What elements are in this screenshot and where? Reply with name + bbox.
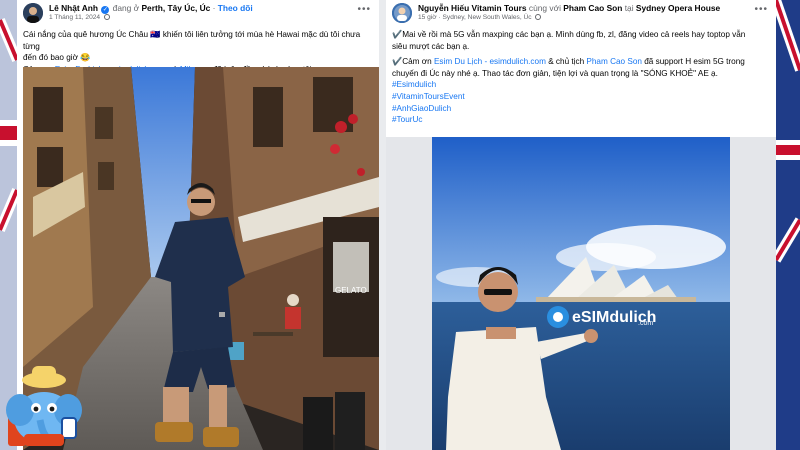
follow-button[interactable]: Theo dõi xyxy=(218,3,253,13)
thanks-mid: & chủ tịch xyxy=(548,57,585,67)
author-name[interactable]: Lê Nhật Anh xyxy=(49,3,98,13)
post-meta: 1 Tháng 11, 2024 xyxy=(49,14,110,21)
thanks-rest: đã support H esim 5G trong xyxy=(644,57,745,67)
text-line: Cái nắng của quê hương Úc Châu 🇦🇺 khiến … xyxy=(23,30,361,51)
text-line: ✔️Mai về rồi mà 5G vẫn maxping các bạn ạ… xyxy=(392,30,746,39)
mention-esim-link[interactable]: Esim Du Lịch - esimdulich.com xyxy=(434,57,546,66)
brand-watermark-suffix: .com xyxy=(638,320,653,327)
gelato-sign: GELATO xyxy=(335,286,367,295)
with-text: cùng với xyxy=(528,3,561,13)
mascot-elephant xyxy=(2,358,88,450)
more-options-icon[interactable]: ••• xyxy=(754,4,768,15)
hashtag-link[interactable]: #Esimdulich xyxy=(392,79,770,91)
more-options-icon[interactable]: ••• xyxy=(357,4,371,15)
text-line: siêu mượt các bạn ạ. xyxy=(392,41,470,51)
at-text: tại xyxy=(624,3,634,13)
globe-icon xyxy=(535,14,542,20)
author-name[interactable]: Nguyễn Hiếu Vitamin Tours xyxy=(418,3,527,13)
text-line: chuyến đi Úc này nhé ạ. Thao tác đơn giả… xyxy=(392,68,718,78)
right-post-header: Nguyễn Hiếu Vitamin Tours cùng với Pham … xyxy=(392,2,770,26)
post-location[interactable]: Sydney, New South Wales, Úc xyxy=(443,14,532,21)
separator: · xyxy=(438,14,441,21)
author-line: Lê Nhật Anh ✓ đang ở Perth, Tây Úc, Úc ·… xyxy=(49,3,253,14)
text-line: đến đó bao giờ 😂 xyxy=(23,53,91,63)
hashtag-link[interactable]: #AnhGiaoDulich xyxy=(392,103,770,115)
right-post: Nguyễn Hiếu Vitamin Tours cùng với Pham … xyxy=(386,0,776,450)
hashtag-link[interactable]: #VitaminToursEvent xyxy=(392,91,770,103)
verified-badge-icon: ✓ xyxy=(101,6,110,14)
separator: · xyxy=(212,3,216,13)
post-date[interactable]: 1 Tháng 11, 2024 xyxy=(49,14,100,21)
avatar[interactable] xyxy=(23,3,43,23)
globe-icon xyxy=(103,14,110,20)
mention-son-link[interactable]: Pham Cao Son xyxy=(586,57,642,66)
thanks-prefix: ✔️Cảm ơn xyxy=(392,57,432,67)
left-post-header: Lê Nhật Anh ✓ đang ở Perth, Tây Úc, Úc ·… xyxy=(23,2,373,26)
post-photo-opera-house[interactable]: eSIMdulich .com xyxy=(386,137,776,450)
post-text: ✔️Mai về rồi mà 5G vẫn maxping các bạn ạ… xyxy=(392,29,770,126)
avatar[interactable] xyxy=(392,3,412,23)
post-meta: 15 giờ · Sydney, New South Wales, Úc xyxy=(418,14,542,21)
thanks-line: ✔️Cảm ơn Esim Du Lịch - esimdulich.com &… xyxy=(392,56,770,68)
location-prefix: đang ở xyxy=(112,3,140,13)
author-line: Nguyễn Hiếu Vitamin Tours cùng với Pham … xyxy=(418,3,720,13)
tagged-person-link[interactable]: Pham Cao Son xyxy=(563,3,622,13)
place-link[interactable]: Sydney Opera House xyxy=(636,3,720,13)
hashtag-link[interactable]: #TourUc xyxy=(392,114,770,126)
post-time[interactable]: 15 giờ xyxy=(418,14,437,21)
location-link[interactable]: Perth, Tây Úc, Úc xyxy=(141,3,210,13)
